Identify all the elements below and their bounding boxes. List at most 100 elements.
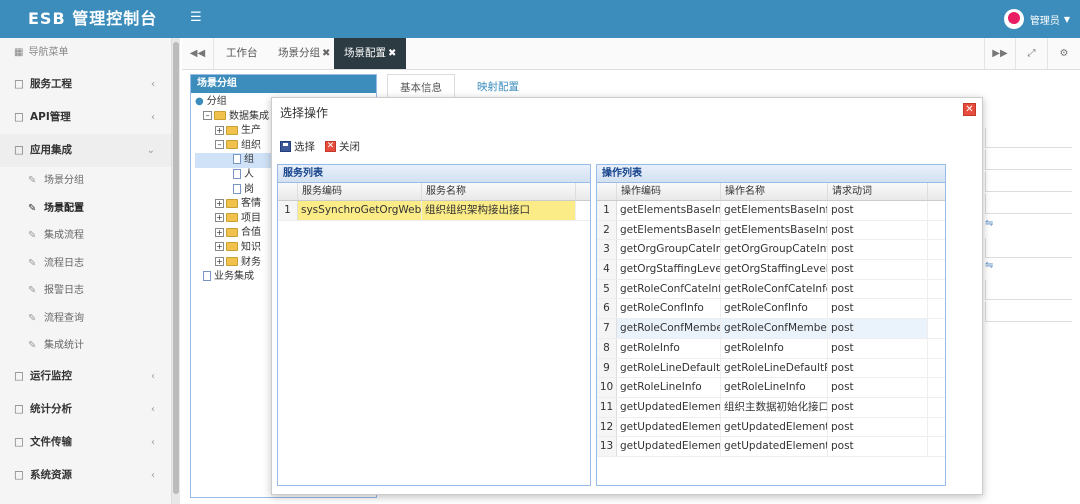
table-row[interactable]: 8 getRoleInfo getRoleInfo post	[597, 338, 945, 359]
sidebar-subitem-flow[interactable]: ✎ 集成流程	[0, 222, 171, 250]
chevron-down-icon: ⌄	[146, 145, 155, 156]
table-row[interactable]: 10 getRoleLineInfo getRoleLineInfo post	[597, 378, 945, 398]
table-row[interactable]: 13getUpdatedElementsgetUpdatedElementsVp…	[597, 437, 945, 457]
close-button[interactable]: ✕ 关闭	[325, 139, 360, 154]
row-number: 13	[597, 437, 617, 456]
link-icon[interactable]: ⇋	[985, 260, 997, 271]
cell-code: getRoleConfCateInfo	[617, 279, 721, 299]
cell-code: getUpdatedElements	[617, 397, 721, 417]
expand-icon[interactable]: +	[215, 213, 224, 223]
sidebar-item-integration[interactable]: □ 应用集成 ⌄	[0, 134, 171, 167]
table-row[interactable]: 11 getUpdatedElements 组织主数据初始化接口 post	[597, 397, 945, 418]
sidebar-subitem-scene-group[interactable]: ✎ 场景分组	[0, 167, 171, 195]
expand-icon[interactable]: +	[215, 125, 224, 135]
expand-icon[interactable]: +	[215, 257, 224, 267]
table-row[interactable]: 1 sysSynchroGetOrgWebSe 组织组织架构接出接口	[278, 201, 590, 221]
cell-method: post	[828, 220, 928, 240]
folder-icon	[214, 111, 226, 121]
sidebar-item-analysis[interactable]: □ 统计分析 ‹	[0, 393, 171, 426]
expand-icon[interactable]: +	[215, 242, 224, 252]
dialog-title: 选择操作	[280, 106, 329, 120]
cell-code: getOrgGroupCateInf	[617, 240, 721, 260]
chevron-left-icon: ‹	[151, 370, 155, 382]
table-row[interactable]: 9getRoleLineDefaultRogetRoleLineDefaultR…	[597, 358, 945, 379]
sidebar-subitem-flow-query[interactable]: ✎ 流程查询	[0, 305, 171, 333]
tab-bar: ◀◀ 工作台 场景分组 ✖ 场景配置 ✖ ▶▶ ⤢ ⚙	[182, 38, 1080, 70]
background-row	[985, 150, 1072, 170]
sidebar-subitem-flow-log[interactable]: ✎ 流程日志	[0, 250, 171, 278]
close-icon[interactable]: ✖	[322, 48, 330, 59]
expand-icon[interactable]: +	[215, 227, 224, 237]
col-op-code[interactable]: 操作编码	[617, 183, 721, 200]
sidebar-item-api[interactable]: □ API管理 ‹	[0, 101, 171, 134]
table-row[interactable]: 2getElementsBaseInfogetElementsBaseInfoV…	[597, 220, 945, 241]
chevron-left-icon: ‹	[151, 436, 155, 448]
table-row[interactable]: 12getUpdatedElementsgetUpdatedElementsBp…	[597, 417, 945, 438]
background-row	[985, 172, 1072, 192]
link-icon[interactable]: ⇋	[985, 218, 997, 229]
col-op-name[interactable]: 操作名称	[721, 183, 828, 200]
cell-code: getRoleInfo	[617, 338, 721, 358]
tab-scene-config[interactable]: 场景配置 ✖	[334, 38, 407, 69]
sidebar-subitem-stats[interactable]: ✎ 集成统计	[0, 332, 171, 360]
user-menu[interactable]: 管理员 ▼	[1003, 8, 1070, 30]
row-number: 6	[597, 299, 617, 319]
fullscreen-icon[interactable]: ⤢	[1016, 38, 1048, 69]
cell-method: post	[828, 338, 928, 358]
table-row[interactable]: 4 getOrgStaffingLevelI getOrgStaffingLevel…	[597, 260, 945, 280]
col-method[interactable]: 请求动词	[828, 183, 928, 200]
cell-code: getRoleConfMemberI	[617, 319, 721, 338]
menu-toggle-icon[interactable]: ☰	[190, 10, 204, 26]
operation-list-grid: 操作列表 操作编码 操作名称 请求动词 1 getElementsBaseInfo…	[596, 164, 946, 486]
collapse-icon[interactable]: –	[215, 140, 224, 150]
table-row[interactable]: 7getRoleConfMemberIgetRoleConfMemberInpo…	[597, 319, 945, 339]
background-row	[985, 194, 1072, 214]
expand-icon[interactable]: +	[215, 198, 224, 208]
select-button[interactable]: 选择	[280, 139, 315, 154]
sidebar-scrollbar[interactable]	[172, 38, 180, 504]
gear-icon[interactable]: ⚙	[1048, 38, 1080, 69]
cell-code: getElementsBaseInfo	[617, 201, 721, 220]
sidebar-item-service[interactable]: □ 服务工程 ‹	[0, 68, 171, 101]
scroll-left-icon[interactable]: ◀◀	[182, 38, 214, 69]
chevron-left-icon: ‹	[151, 112, 155, 123]
cell-name: getRoleInfo	[721, 338, 828, 358]
rownum-header	[597, 183, 617, 200]
sidebar-item-system[interactable]: □ 系统资源 ‹	[0, 459, 171, 492]
folder-icon	[226, 213, 238, 223]
table-row[interactable]: 1 getElementsBaseInfo getElementsBaseInfo p…	[597, 201, 945, 221]
close-icon: ✕	[325, 140, 336, 152]
tab-workbench[interactable]: 工作台	[216, 38, 268, 69]
tab-scene-group[interactable]: 场景分组 ✖	[268, 38, 340, 69]
cell-method: post	[828, 437, 928, 456]
cell-name: getOrgGroupCateInfo	[721, 240, 828, 260]
sidebar-subitem-scene-config[interactable]: ✎ 场景配置	[0, 195, 171, 223]
col-service-name[interactable]: 服务名称	[422, 183, 576, 200]
close-icon[interactable]: ✕	[963, 103, 976, 116]
chevron-left-icon: ‹	[151, 469, 155, 481]
cell-method: post	[828, 279, 928, 299]
cell-name: getRoleConfMemberIn	[721, 319, 828, 338]
service-list-grid: 服务列表 服务编码 服务名称 1 sysSynchroGetOrgWebSe 组…	[277, 164, 591, 486]
table-row[interactable]: 5 getRoleConfCateInfo getRoleConfCateInfo p…	[597, 279, 945, 300]
col-service-code[interactable]: 服务编码	[298, 183, 422, 200]
cell-name: getRoleLineInfo	[721, 378, 828, 397]
cell-method: post	[828, 260, 928, 279]
cell-method: post	[828, 319, 928, 338]
folder-icon: □	[14, 468, 24, 481]
sidebar-item-file[interactable]: □ 文件传输 ‹	[0, 426, 171, 459]
select-operation-dialog: 选择操作 ✕ 选择 ✕ 关闭 服务列表 服务编码 服务名称 1 sysSynchr…	[271, 97, 983, 495]
table-row[interactable]: 6 getRoleConfInfo getRoleConfInfo post	[597, 299, 945, 320]
table-row[interactable]: 3 getOrgGroupCateInf getOrgGroupCateInfo po…	[597, 240, 945, 261]
chevron-left-icon: ‹	[151, 79, 155, 90]
cell-code: getUpdatedElements	[617, 437, 721, 456]
sidebar-item-monitor[interactable]: □ 运行监控 ‹	[0, 360, 171, 393]
scrollbar-thumb[interactable]	[173, 42, 179, 494]
scroll-right-icon[interactable]: ▶▶	[984, 38, 1016, 69]
collapse-icon[interactable]: –	[203, 111, 212, 121]
rownum-header	[278, 183, 298, 200]
close-icon[interactable]: ✖	[388, 48, 396, 59]
sidebar-subitem-alarm-log[interactable]: ✎ 报警日志	[0, 277, 171, 305]
row-number: 3	[597, 240, 617, 260]
operation-rows: 1 getElementsBaseInfo getElementsBaseInfo p…	[597, 201, 945, 457]
